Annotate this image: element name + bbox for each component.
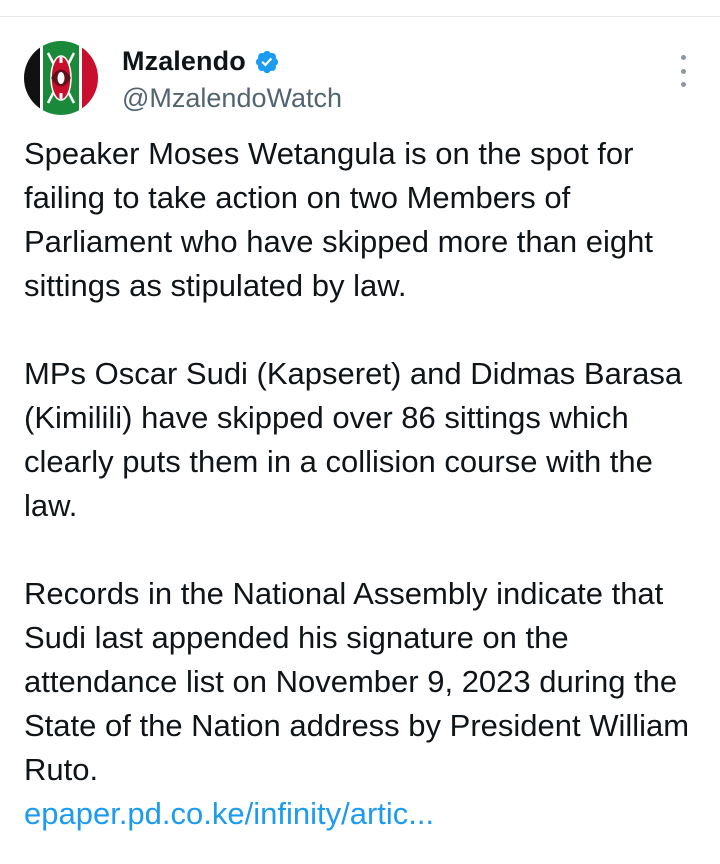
user-handle[interactable]: @MzalendoWatch — [122, 83, 342, 114]
avatar[interactable] — [24, 41, 98, 115]
article-link[interactable]: epaper.pd.co.ke/infinity/artic... — [24, 792, 704, 836]
verified-badge-icon — [255, 50, 278, 73]
tweet-card[interactable]: Mzalendo @MzalendoWatch Speaker Moses We… — [0, 17, 720, 864]
tweet-paragraph: Records in the National Assembly indicat… — [24, 576, 690, 787]
tweet-text: Speaker Moses Wetangula is on the spot f… — [24, 132, 704, 836]
more-dot — [680, 68, 686, 74]
tweet-paragraph: MPs Oscar Sudi (Kapseret) and Didmas Bar… — [24, 356, 683, 523]
tweet-paragraph: Speaker Moses Wetangula is on the spot f… — [24, 136, 653, 303]
user-info: Mzalendo @MzalendoWatch — [122, 43, 342, 114]
more-vertical-icon[interactable] — [676, 55, 690, 87]
tweet-header: Mzalendo @MzalendoWatch — [24, 39, 342, 117]
more-dot — [680, 55, 686, 60]
display-name[interactable]: Mzalendo — [122, 46, 246, 77]
name-row: Mzalendo — [122, 43, 342, 81]
more-dot — [680, 82, 686, 87]
kenya-flag-shield-icon — [24, 41, 98, 115]
